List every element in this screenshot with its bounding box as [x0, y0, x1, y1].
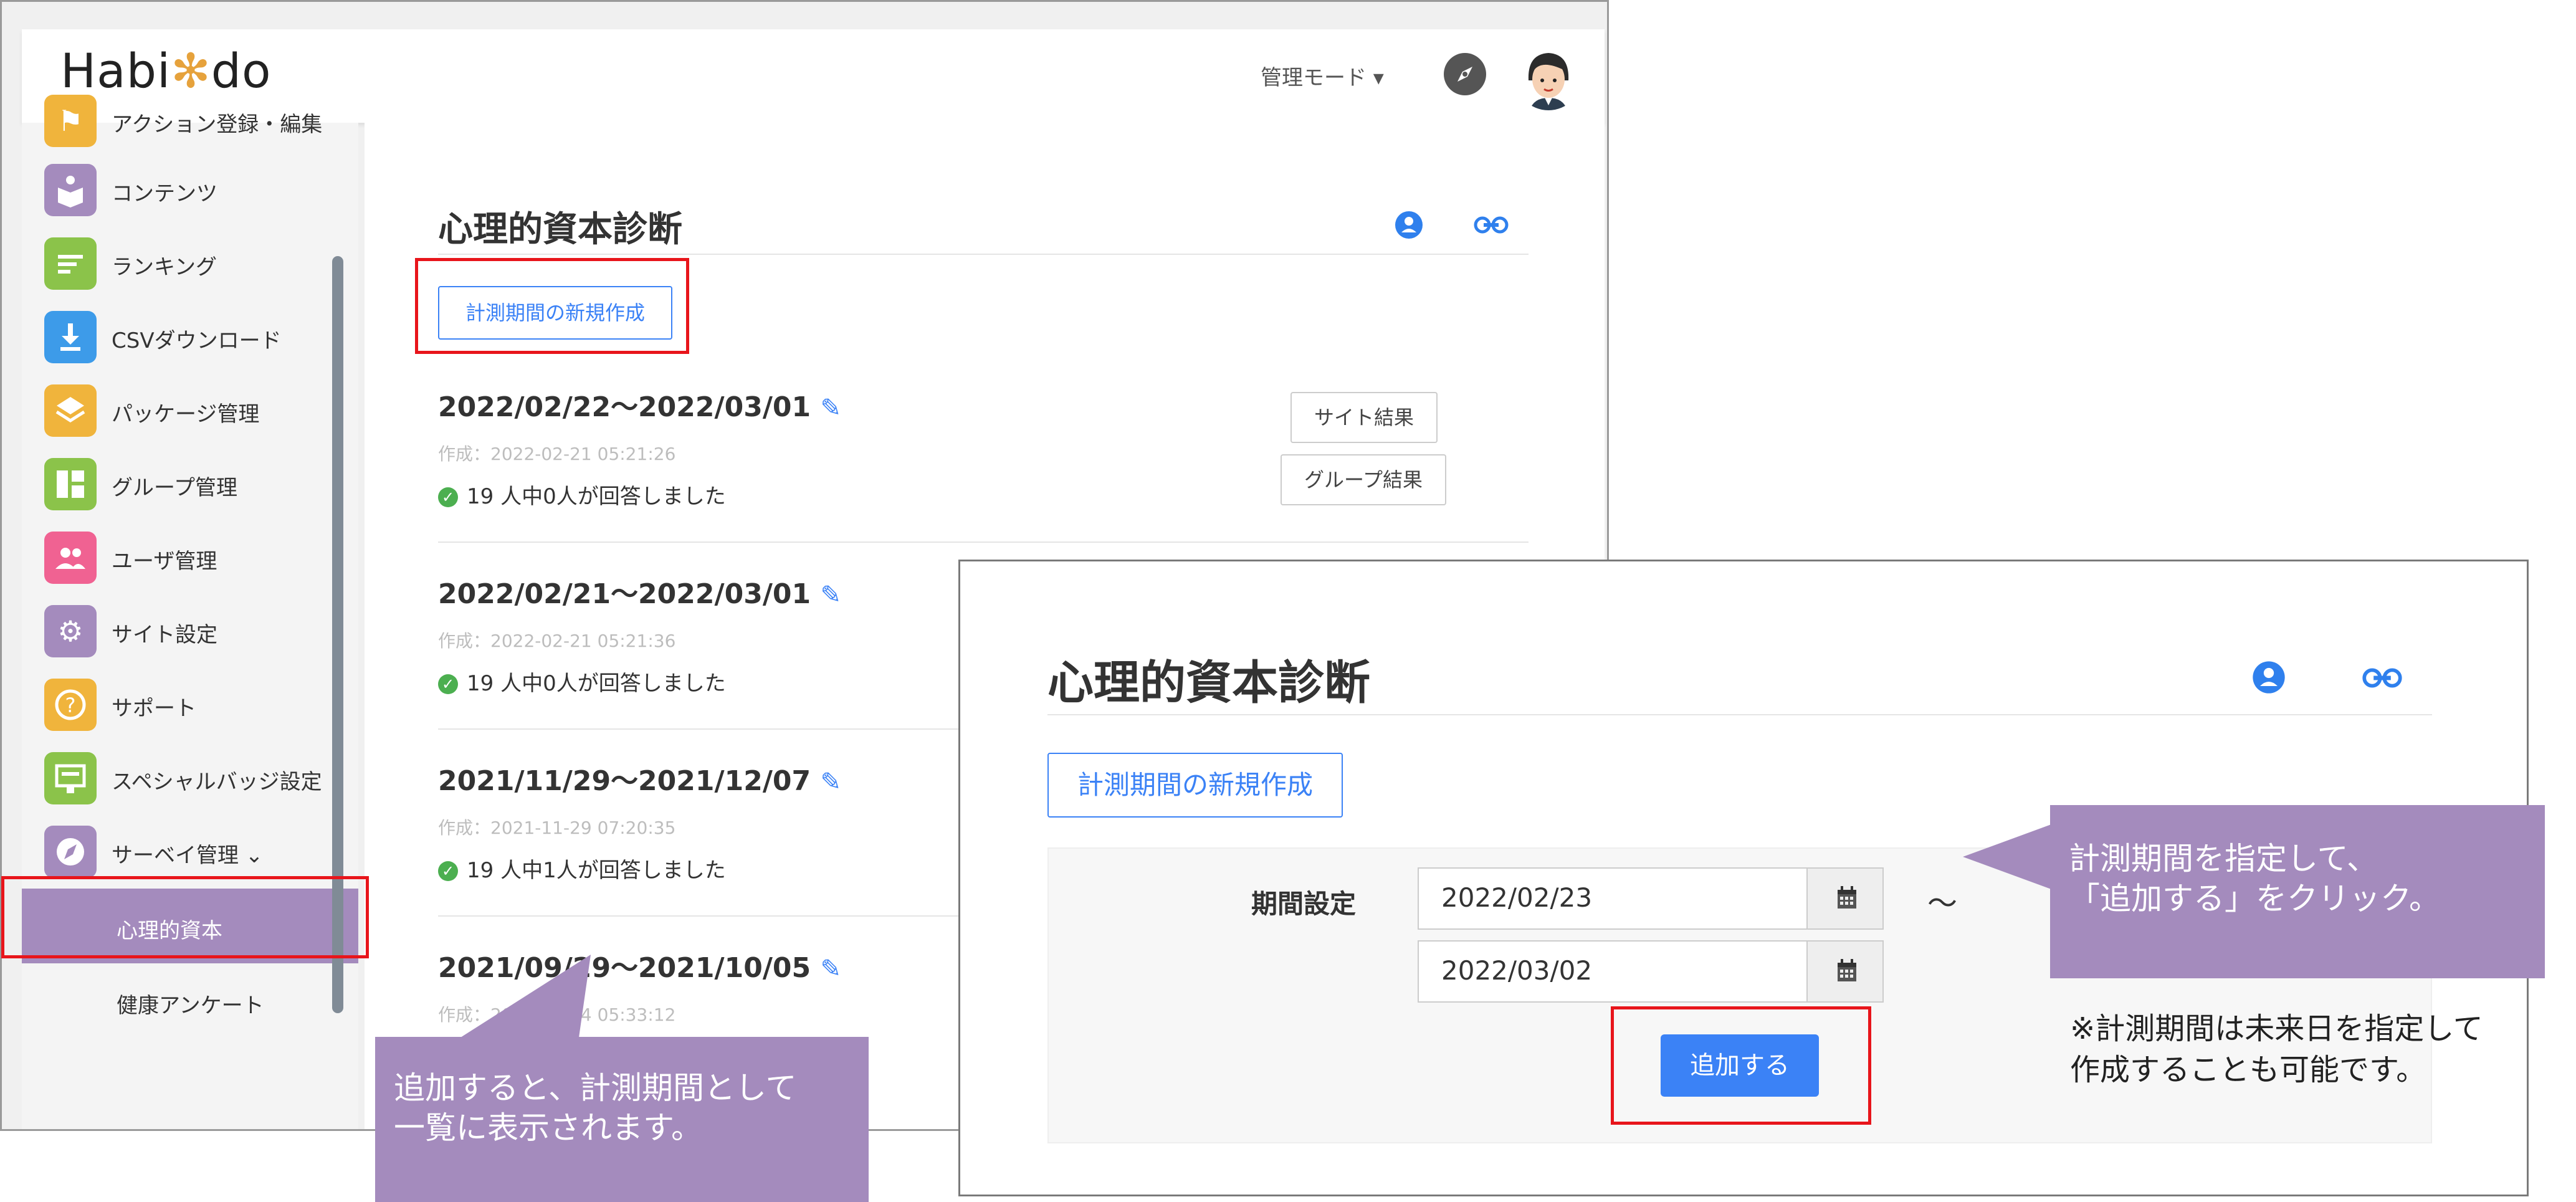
- highlight-add-button: [1611, 1006, 1871, 1125]
- period-answered: ✓ 19 人中1人が回答しました: [438, 853, 726, 884]
- sidebar-item-contents[interactable]: コンテンツ: [44, 158, 343, 220]
- title-divider: [438, 254, 1529, 255]
- row-divider: [438, 541, 1529, 543]
- sidebar-item-action[interactable]: ⚑ アクション登録・編集: [44, 88, 343, 151]
- calendar-icon[interactable]: [1806, 940, 1884, 1003]
- pencil-icon[interactable]: ✎: [820, 394, 841, 422]
- download-icon: [44, 311, 97, 363]
- sidebar-item-support[interactable]: ? サポート: [44, 672, 343, 735]
- pencil-icon[interactable]: ✎: [820, 955, 841, 983]
- callout-right-pointer: [1963, 823, 2056, 891]
- zoom-page-title: 心理的資本診断: [1047, 656, 1370, 710]
- book-icon: [44, 164, 97, 216]
- period-label: 期間設定: [1251, 889, 1357, 919]
- page-title: 心理的資本診断: [438, 209, 682, 250]
- flag-icon: ⚑: [44, 95, 97, 147]
- compass-icon[interactable]: [1444, 53, 1486, 95]
- callout-left: 追加すると、計測期間として 一覧に表示されます。: [375, 1037, 869, 1202]
- range-tilde: 〜: [1927, 886, 1958, 921]
- layers-icon: [44, 384, 97, 437]
- question-icon: ?: [44, 679, 97, 731]
- calendar-icon[interactable]: [1806, 867, 1884, 930]
- period-created: 作成：2021-11-29 07:20:35: [438, 818, 676, 838]
- admin-mode-dropdown[interactable]: 管理モード ▾: [1261, 60, 1384, 91]
- pencil-icon[interactable]: ✎: [820, 581, 841, 609]
- period-range: 2022/02/22〜2022/03/01 ✎: [438, 391, 841, 423]
- svg-text:?: ?: [65, 694, 76, 717]
- compass-icon: [44, 826, 97, 878]
- check-circle-icon: ✓: [438, 487, 458, 507]
- user-circle-icon[interactable]: [1394, 210, 1424, 240]
- user-circle-icon[interactable]: [2251, 660, 2286, 695]
- sidebar-item-csv[interactable]: CSVダウンロード: [44, 305, 343, 367]
- zoom-new-period-button[interactable]: 計測期間の新規作成: [1047, 753, 1343, 818]
- period-answered: ✓ 19 人中0人が回答しました: [438, 666, 726, 697]
- sidebar-subitem-health-survey[interactable]: 健康アンケート: [22, 963, 358, 1038]
- check-circle-icon: ✓: [438, 861, 458, 881]
- period-created: 作成：2022-02-21 05:21:36: [438, 631, 676, 651]
- note-text: ※計測期間は未来日を指定して 作成することも可能です。: [2070, 1011, 2483, 1087]
- callout-left-pointer: [454, 955, 591, 1042]
- ranking-icon: [44, 237, 97, 290]
- group-result-button[interactable]: グループ結果: [1281, 454, 1446, 505]
- period-created: 作成：2022-02-21 05:21:26: [438, 444, 676, 464]
- link-icon[interactable]: [2361, 664, 2403, 692]
- callout-right: 計測期間を指定して、 「追加する」をクリック。: [2050, 805, 2545, 978]
- sidebar-item-package[interactable]: パッケージ管理: [44, 378, 343, 441]
- sidebar-item-users[interactable]: ユーザ管理: [44, 525, 343, 588]
- pencil-icon[interactable]: ✎: [820, 768, 841, 796]
- check-circle-icon: ✓: [438, 674, 458, 694]
- sidebar-item-group[interactable]: グループ管理: [44, 452, 343, 514]
- start-date-input[interactable]: 2022/02/23: [1418, 867, 1808, 930]
- sidebar-item-survey[interactable]: サーベイ管理 ⌄: [44, 819, 343, 882]
- period-range: 2021/11/29〜2021/12/07 ✎: [438, 765, 841, 797]
- highlight-psych-capital-item: [1, 876, 369, 958]
- users-icon: [44, 532, 97, 584]
- site-result-button[interactable]: サイト結果: [1290, 392, 1438, 443]
- sidebar-item-ranking[interactable]: ランキング: [44, 231, 343, 293]
- user-avatar[interactable]: [1515, 43, 1582, 110]
- sidebar-item-site-settings[interactable]: ⚙ サイト設定: [44, 599, 343, 661]
- period-range: 2022/02/21〜2022/03/01 ✎: [438, 578, 841, 610]
- zoom-title-divider: [1047, 714, 2432, 715]
- sidebar-item-special-badge[interactable]: スペシャルバッジ設定: [44, 746, 343, 808]
- link-icon[interactable]: [1474, 212, 1509, 237]
- dashboard-icon: [44, 458, 97, 510]
- gear-icon: ⚙: [44, 605, 97, 657]
- badge-icon: [44, 752, 97, 804]
- period-answered: ✓ 19 人中0人が回答しました: [438, 479, 726, 510]
- end-date-input[interactable]: 2022/03/02: [1418, 940, 1808, 1003]
- highlight-new-period-button: [415, 258, 689, 354]
